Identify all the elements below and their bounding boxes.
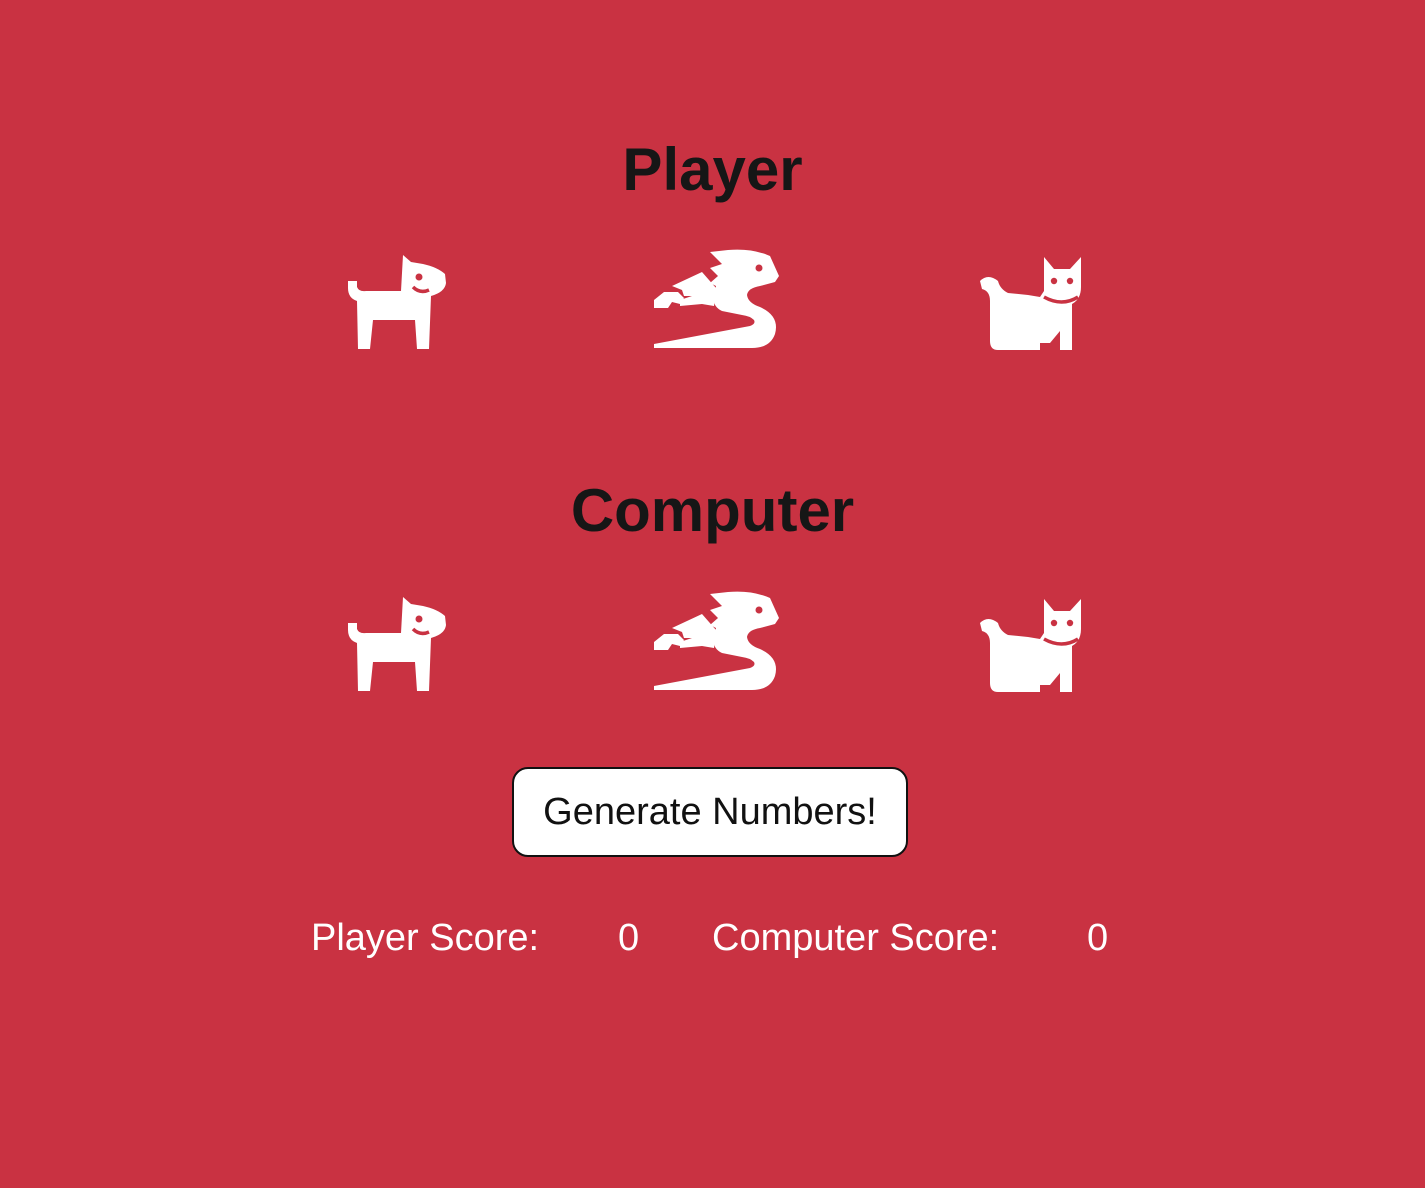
player-score-value: 0 bbox=[618, 917, 640, 959]
generate-numbers-button[interactable]: Generate Numbers! bbox=[512, 767, 908, 857]
computer-dragon-icon[interactable] bbox=[652, 590, 780, 692]
computer-score-label: Computer Score: bbox=[712, 917, 1000, 959]
player-dog-icon[interactable] bbox=[345, 254, 449, 352]
computer-dog-icon[interactable] bbox=[345, 596, 449, 694]
computer-heading: Computer bbox=[570, 477, 855, 544]
player-cat-icon[interactable] bbox=[978, 255, 1082, 351]
player-dragon-icon[interactable] bbox=[652, 248, 780, 350]
computer-cat-icon[interactable] bbox=[978, 597, 1082, 693]
player-heading: Player bbox=[622, 136, 803, 203]
player-score-label: Player Score: bbox=[311, 917, 540, 959]
computer-score-value: 0 bbox=[1087, 917, 1109, 959]
